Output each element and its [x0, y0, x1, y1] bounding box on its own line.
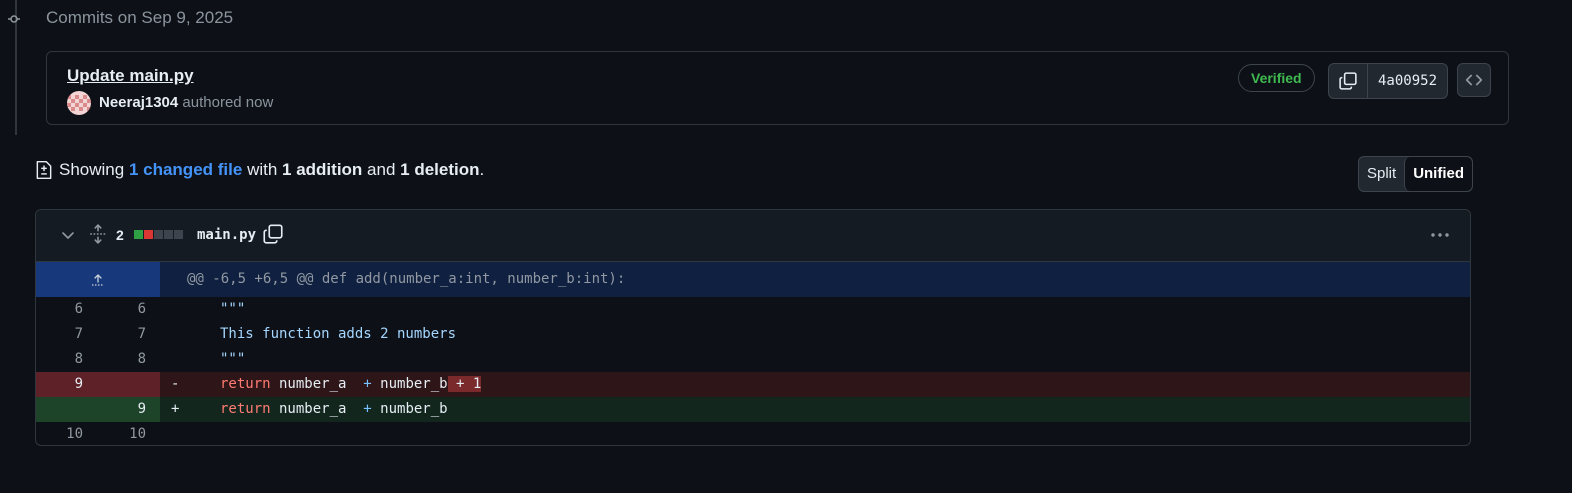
diff-line-context: 8 8 """: [36, 347, 1470, 372]
diff-line-addition: 9 + return number_a + number_b: [36, 397, 1470, 422]
diffstat-neutral-block: [164, 230, 173, 239]
code-keyword: return: [220, 376, 271, 392]
expand-up-button[interactable]: [36, 262, 160, 297]
new-line-number[interactable]: 7: [98, 322, 160, 347]
change-count: 2: [116, 227, 124, 243]
diffstat-neutral-block: [154, 230, 163, 239]
code-text: number_a: [270, 376, 364, 392]
diff-line-context: 10 10: [36, 422, 1470, 445]
diff-file-name-link[interactable]: main.py: [197, 227, 256, 243]
new-line-number[interactable]: 9: [98, 397, 160, 422]
diff-file: 2 main.py @@ -6,5 +6,5 @@ def add(number…: [35, 209, 1471, 446]
old-line-number[interactable]: 6: [36, 297, 98, 322]
deletion-marker: -: [171, 376, 180, 392]
diff-line-context: 6 6 """: [36, 297, 1470, 322]
unfold-icon[interactable]: [89, 224, 107, 244]
diff-line-context: 7 7 This function adds 2 numbers: [36, 322, 1470, 347]
commit-sha-link[interactable]: 4a00952: [1368, 64, 1447, 98]
authored-time: authored now: [182, 94, 274, 111]
copy-sha-button[interactable]: [1329, 64, 1368, 98]
avatar[interactable]: [67, 91, 91, 115]
browse-repo-button[interactable]: [1457, 63, 1491, 97]
old-line-number[interactable]: [36, 397, 98, 422]
code-keyword: return: [220, 401, 271, 417]
author-name-link[interactable]: Neeraj1304: [99, 94, 178, 111]
diffstat-neutral-block: [174, 230, 183, 239]
new-line-number[interactable]: [98, 372, 160, 397]
diff-file-header: 2 main.py: [36, 210, 1470, 262]
diff-view-toggle: Split Unified: [1358, 156, 1474, 192]
fold-up-icon: [92, 273, 104, 286]
new-line-number[interactable]: 10: [98, 422, 160, 445]
diff-line-deletion: 9 - return number_a + number_b + 1: [36, 372, 1470, 397]
new-line-number[interactable]: 6: [98, 297, 160, 322]
additions-count: 1 addition: [282, 160, 363, 179]
split-view-button[interactable]: Split: [1359, 157, 1404, 191]
code-icon: [1465, 74, 1483, 86]
diffstat-bar: [134, 230, 183, 239]
summary-period: .: [479, 160, 485, 179]
chevron-down-icon[interactable]: [60, 227, 76, 243]
deletions-count: 1 deletion: [400, 160, 480, 179]
commit-title-link[interactable]: Update main.py: [67, 66, 194, 86]
commit-card: Update main.py Neeraj1304 authored now V…: [46, 51, 1509, 125]
summary-with: with: [247, 160, 278, 179]
copy-icon: [1339, 72, 1357, 90]
code-line: """: [220, 351, 246, 367]
diffstat-deleted-block: [144, 230, 153, 239]
unified-view-button[interactable]: Unified: [1404, 157, 1473, 191]
summary-and: and: [367, 160, 396, 179]
changed-files-link[interactable]: 1 changed file: [129, 160, 242, 180]
commits-date-heading: Commits on Sep 9, 2025: [46, 8, 234, 27]
author-line: Neeraj1304 authored now: [99, 94, 273, 111]
code-operator: +: [363, 401, 372, 417]
old-line-number[interactable]: 7: [36, 322, 98, 347]
commit-sha-group: 4a00952: [1328, 63, 1449, 99]
old-line-number[interactable]: 10: [36, 422, 98, 445]
code-line: return number_a + number_b: [220, 397, 448, 422]
code-text: number_b: [371, 376, 448, 392]
verified-badge[interactable]: Verified: [1238, 64, 1315, 92]
kebab-horizontal-icon[interactable]: [1429, 226, 1451, 244]
hunk-header-text: @@ -6,5 +6,5 @@ def add(number_a:int, nu…: [187, 271, 626, 287]
copy-icon[interactable]: [263, 224, 283, 244]
diff-summary: Showing 1 changed file with 1 addition a…: [35, 160, 484, 180]
code-line: """: [220, 301, 246, 317]
commit-node-icon: [8, 15, 20, 23]
code-line: return number_a + number_b + 1: [220, 372, 482, 397]
code-deleted-highlight: + 1: [447, 376, 482, 392]
code-line: This function adds 2 numbers: [220, 326, 457, 342]
code-operator: +: [363, 376, 372, 392]
file-diff-icon: [35, 160, 53, 180]
hunk-header-row: @@ -6,5 +6,5 @@ def add(number_a:int, nu…: [36, 262, 1470, 297]
summary-showing: Showing: [59, 160, 125, 179]
code-text: number_a: [270, 401, 364, 417]
old-line-number[interactable]: 9: [36, 372, 98, 397]
addition-marker: +: [171, 401, 180, 417]
old-line-number[interactable]: 8: [36, 347, 98, 372]
diffstat-added-block: [134, 230, 143, 239]
code-text: number_b: [371, 401, 448, 417]
new-line-number[interactable]: 8: [98, 347, 160, 372]
